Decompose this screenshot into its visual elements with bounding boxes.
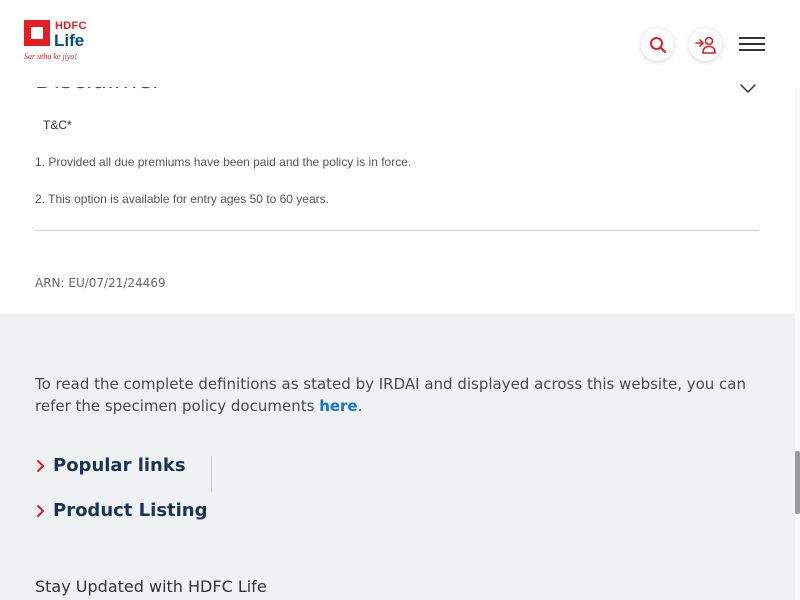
irdai-notice-end: .	[357, 397, 363, 415]
product-listing-toggle[interactable]: Product Listing	[35, 500, 208, 521]
divider	[35, 230, 759, 231]
hamburger-menu-icon	[739, 37, 765, 51]
product-listing-label: Product Listing	[53, 500, 208, 521]
logo-tagline: Sar utha ke jiyo!	[24, 52, 78, 61]
scrollbar-thumb[interactable]	[795, 451, 800, 514]
scrollbar-track[interactable]	[795, 87, 800, 600]
chevron-down-icon	[740, 84, 756, 93]
irdai-notice-text: To read the complete definitions as stat…	[35, 375, 747, 415]
login-button[interactable]	[689, 28, 722, 61]
search-icon	[649, 36, 666, 53]
popular-links-label: Popular links	[53, 455, 186, 476]
user-login-icon	[694, 36, 716, 54]
menu-button[interactable]	[738, 33, 766, 55]
logo-mark	[24, 20, 50, 46]
disclaimer-item: 2. This option is available for entry ag…	[35, 192, 329, 206]
site-header: HDFC Life Sar utha ke jiyo!	[0, 0, 800, 87]
chevron-right-icon	[37, 459, 44, 472]
vertical-divider	[211, 456, 212, 492]
hdfc-life-logo[interactable]: HDFC Life Sar utha ke jiyo!	[24, 20, 96, 64]
tnc-label: T&C*	[43, 118, 72, 132]
popular-links-toggle[interactable]: Popular links	[35, 455, 186, 476]
search-button[interactable]	[641, 28, 674, 61]
footer-section: To read the complete definitions as stat…	[0, 314, 795, 600]
logo-product-text: Life	[54, 31, 85, 50]
disclaimer-item: 1. Provided all due premiums have been p…	[35, 155, 412, 169]
specimen-documents-link[interactable]: here	[319, 397, 357, 415]
arn-number: ARN: EU/07/21/24469	[35, 276, 166, 290]
chevron-right-icon	[37, 504, 44, 517]
disclaimer-toggle[interactable]	[737, 80, 759, 96]
irdai-notice: To read the complete definitions as stat…	[35, 373, 765, 417]
stay-updated-heading: Stay Updated with HDFC Life	[35, 577, 267, 596]
